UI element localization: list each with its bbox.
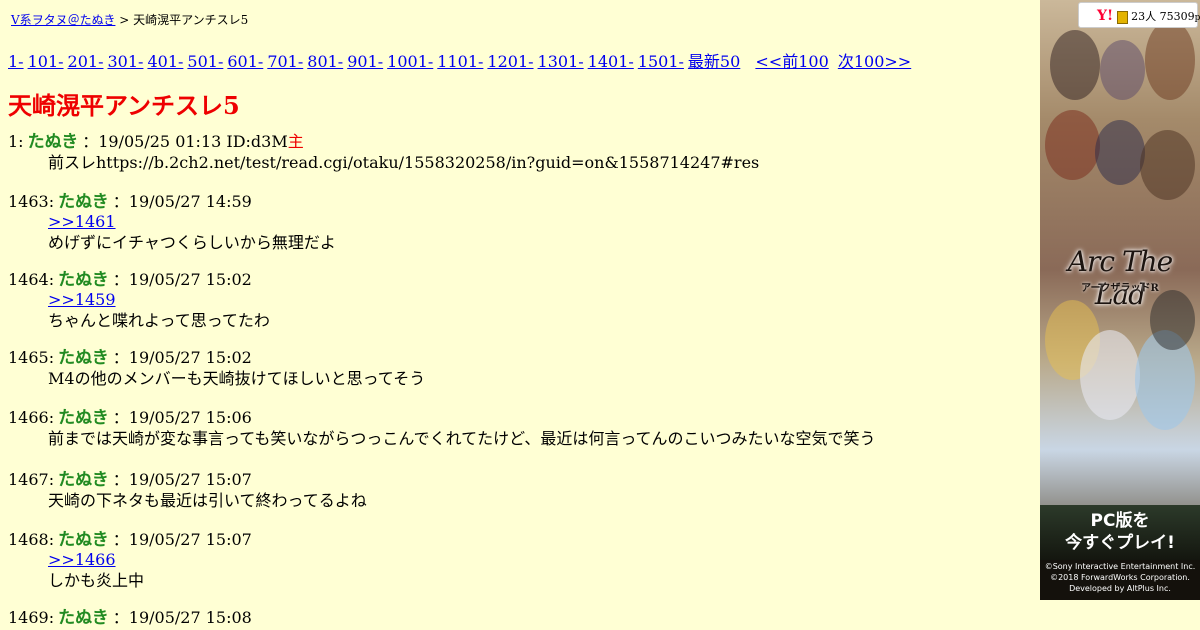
post-author-name: たぬき (58, 192, 109, 212)
post-number[interactable]: 1: (8, 132, 24, 151)
reply-anchor-link[interactable]: >>1459 (48, 290, 116, 309)
pager-range-link[interactable]: 201- (68, 52, 104, 71)
post-header: 1466: たぬき ：19/05/27 15:06 (8, 408, 876, 428)
post-header: 1468: たぬき ：19/05/27 15:07 (8, 530, 252, 550)
post-text: めげずにイチャつくらしいから無理だよ (48, 233, 336, 252)
reply-anchor-link[interactable]: >>1466 (48, 550, 116, 569)
breadcrumb: V系ヲタヌ＠たぬき > 天崎滉平アンチスレ5 (11, 11, 248, 28)
post-author-name: たぬき (58, 530, 109, 550)
pager-range-link[interactable]: 701- (267, 52, 303, 71)
post-number[interactable]: 1469: (8, 608, 54, 627)
post: 1466: たぬき ：19/05/27 15:06 前までは天崎が変な事言っても笑いな… (8, 408, 876, 450)
ad-cta-line-2: 今すぐプレイ! (1065, 533, 1175, 553)
post-text: M4の他のメンバーも天崎抜けてほしいと思ってそう (48, 369, 426, 388)
post-meta: ：19/05/27 14:59 (112, 192, 252, 211)
post-body: >>1459 ちゃんと喋れよって思ってたわ (48, 290, 270, 332)
post-number[interactable]: 1468: (8, 530, 54, 549)
ad-game-logo-sub: アークザラッドR (1081, 283, 1159, 294)
post-body: 前スレhttps://b.2ch2.net/test/read.cgi/otak… (48, 152, 759, 174)
post-text: しかも炎上中 (48, 571, 145, 590)
pager-range-link[interactable]: 301- (108, 52, 144, 71)
post: 1469: たぬき ：19/05/27 15:08 (8, 608, 252, 628)
breadcrumb-current: 天崎滉平アンチスレ5 (133, 13, 249, 27)
pager-latest-link[interactable]: 最新50 (688, 52, 740, 71)
post-author-name: たぬき (58, 270, 109, 290)
post: 1463: たぬき ：19/05/27 14:59 >>1461 めげずにイチャつくらし… (8, 192, 336, 254)
post-header: 1464: たぬき ：19/05/27 15:02 (8, 270, 270, 290)
ad-credit-line: ©Sony Interactive Entertainment Inc. (1044, 562, 1196, 571)
ad-credit-line: ©2018 ForwardWorks Corporation. (1050, 573, 1190, 582)
pager-range-link[interactable]: 1- (8, 52, 24, 71)
pager-prev-link[interactable]: <<前100 (755, 52, 828, 71)
pager-range-link[interactable]: 1001- (387, 52, 433, 71)
post-header: 1: たぬき ：19/05/25 01:13 ID:d3M主 (8, 132, 759, 152)
post-meta: ：19/05/27 15:02 (112, 348, 252, 367)
pager-range-link[interactable]: 1501- (638, 52, 684, 71)
pager-range-link[interactable]: 501- (187, 52, 223, 71)
pager-next-link[interactable]: 次100>> (838, 52, 911, 71)
breadcrumb-board-link[interactable]: V系ヲタヌ＠たぬき (11, 13, 115, 27)
game-ad-banner[interactable]: Y! 23人 75309pv Arc The Lad アークザラッドR PC版を… (1040, 0, 1200, 600)
post-number[interactable]: 1464: (8, 270, 54, 289)
pager-range-link[interactable]: 1401- (588, 52, 634, 71)
post-header: 1469: たぬき ：19/05/27 15:08 (8, 608, 252, 628)
post-text: 前までは天崎が変な事言っても笑いながらつっこんでくれてたけど、最近は何言ってんの… (48, 429, 876, 448)
post-body: 天崎の下ネタも最近は引いて終わってるよね (48, 490, 367, 512)
access-unit: pv (1194, 13, 1200, 23)
post-meta: ：19/05/27 15:07 (112, 470, 252, 489)
post-author-name: たぬき (27, 132, 79, 152)
rank-icon (1116, 10, 1128, 24)
post-meta: ：19/05/27 15:06 (112, 408, 252, 427)
thread-title: 天崎滉平アンチスレ5 (8, 91, 240, 120)
pager-range-link[interactable]: 101- (28, 52, 64, 71)
post: 1464: たぬき ：19/05/27 15:02 >>1459 ちゃんと喋れよって思っ… (8, 270, 270, 332)
post-author-name: たぬき (58, 348, 109, 368)
access-counter-badge[interactable]: Y! 23人 75309pv (1078, 2, 1200, 28)
post-body: >>1461 めげずにイチャつくらしいから無理だよ (48, 212, 336, 254)
post-number[interactable]: 1463: (8, 192, 54, 211)
post-author-name: たぬき (58, 470, 109, 490)
op-mark: 主 (287, 132, 304, 151)
post-meta: ：19/05/27 15:08 (112, 608, 252, 627)
post: 1465: たぬき ：19/05/27 15:02 M4の他のメンバーも天崎抜けてほし… (8, 348, 425, 390)
post-body: 前までは天崎が変な事言っても笑いながらつっこんでくれてたけど、最近は何言ってんの… (48, 428, 876, 450)
pager-range-link[interactable]: 401- (147, 52, 183, 71)
post-body: >>1466 しかも炎上中 (48, 550, 252, 592)
pager-range-link[interactable]: 1301- (538, 52, 584, 71)
pager-range-link[interactable]: 901- (347, 52, 383, 71)
post: 1467: たぬき ：19/05/27 15:07 天崎の下ネタも最近は引いて終わって… (8, 470, 367, 512)
post-meta: ：19/05/27 15:07 (112, 530, 252, 549)
post-author-name: たぬき (58, 408, 109, 428)
pager-range-link[interactable]: 801- (307, 52, 343, 71)
post-author-name: たぬき (58, 608, 109, 628)
ad-credit-line: Developed by AltPlus Inc. (1069, 584, 1171, 593)
post-header: 1465: たぬき ：19/05/27 15:02 (8, 348, 425, 368)
post-meta: ：19/05/27 15:02 (112, 270, 252, 289)
post: 1468: たぬき ：19/05/27 15:07 >>1466 しかも炎上中 (8, 530, 252, 592)
access-count: 23人 75309 (1131, 10, 1195, 23)
post-header: 1463: たぬき ：19/05/27 14:59 (8, 192, 336, 212)
yahoo-logo-icon: Y! (1097, 8, 1114, 24)
post-number[interactable]: 1466: (8, 408, 54, 427)
post-number[interactable]: 1467: (8, 470, 54, 489)
breadcrumb-separator: > (119, 13, 130, 27)
post-text: 前スレhttps://b.2ch2.net/test/read.cgi/otak… (48, 153, 760, 172)
post-meta: ：19/05/25 01:13 ID:d3M (82, 132, 288, 151)
ad-game-logo: Arc The Lad (1067, 245, 1173, 311)
post: 1: たぬき ：19/05/25 01:13 ID:d3M主 前スレhttps://b… (8, 132, 759, 174)
post-body: M4の他のメンバーも天崎抜けてほしいと思ってそう (48, 368, 425, 390)
ad-cta-line-1: PC版を (1090, 511, 1150, 531)
reply-anchor-link[interactable]: >>1461 (48, 212, 116, 231)
post-text: 天崎の下ネタも最近は引いて終わってるよね (48, 491, 367, 510)
post-header: 1467: たぬき ：19/05/27 15:07 (8, 470, 367, 490)
ad-credits: ©Sony Interactive Entertainment Inc. ©20… (1040, 560, 1200, 600)
post-text: ちゃんと喋れよって思ってたわ (48, 311, 270, 330)
pager-range-link[interactable]: 601- (227, 52, 263, 71)
pager: 1- 101- 201- 301- 401- 501- 601- 701- 801- 901- 10… (8, 48, 915, 72)
post-number[interactable]: 1465: (8, 348, 54, 367)
pager-range-link[interactable]: 1201- (487, 52, 533, 71)
pager-range-link[interactable]: 1101- (437, 52, 483, 71)
ad-cta-button[interactable]: PC版を 今すぐプレイ! (1040, 505, 1200, 560)
